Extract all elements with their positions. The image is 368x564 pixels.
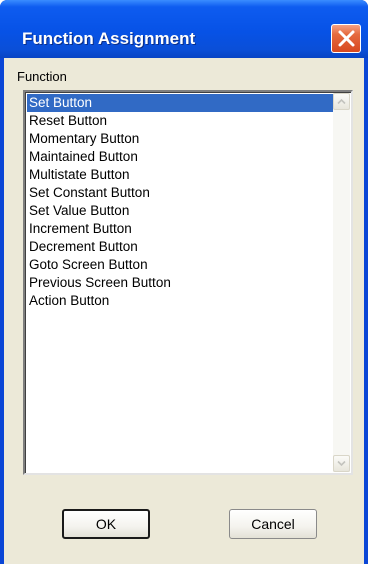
title-bar[interactable]: Function Assignment	[0, 0, 368, 58]
list-item[interactable]: Increment Button	[27, 220, 333, 238]
list-item[interactable]: Action Button	[27, 292, 333, 310]
list-item[interactable]: Previous Screen Button	[27, 274, 333, 292]
function-assignment-dialog: Function Assignment Function Set Button …	[0, 0, 368, 564]
close-x-icon	[338, 30, 355, 47]
list-item[interactable]: Maintained Button	[27, 148, 333, 166]
list-item[interactable]: Momentary Button	[27, 130, 333, 148]
chevron-up-icon	[337, 98, 346, 105]
vertical-scrollbar[interactable]	[333, 93, 350, 472]
list-item[interactable]: Decrement Button	[27, 238, 333, 256]
scroll-down-button[interactable]	[333, 455, 350, 472]
list-item[interactable]: Set Button	[27, 94, 333, 112]
list-item[interactable]: Reset Button	[27, 112, 333, 130]
dialog-body: Function Set Button Reset Button Momenta…	[4, 58, 364, 564]
list-item[interactable]: Goto Screen Button	[27, 256, 333, 274]
list-item[interactable]: Set Constant Button	[27, 184, 333, 202]
list-item[interactable]: Set Value Button	[27, 202, 333, 220]
function-listbox[interactable]: Set Button Reset Button Momentary Button…	[23, 90, 353, 475]
dialog-title: Function Assignment	[22, 29, 196, 48]
function-label: Function	[17, 69, 67, 84]
ok-button[interactable]: OK	[62, 509, 150, 539]
close-button[interactable]	[331, 24, 361, 53]
function-list-items: Set Button Reset Button Momentary Button…	[27, 94, 333, 310]
list-item[interactable]: Multistate Button	[27, 166, 333, 184]
chevron-down-icon	[337, 460, 346, 467]
cancel-button[interactable]: Cancel	[229, 509, 317, 539]
scroll-up-button[interactable]	[333, 93, 350, 110]
